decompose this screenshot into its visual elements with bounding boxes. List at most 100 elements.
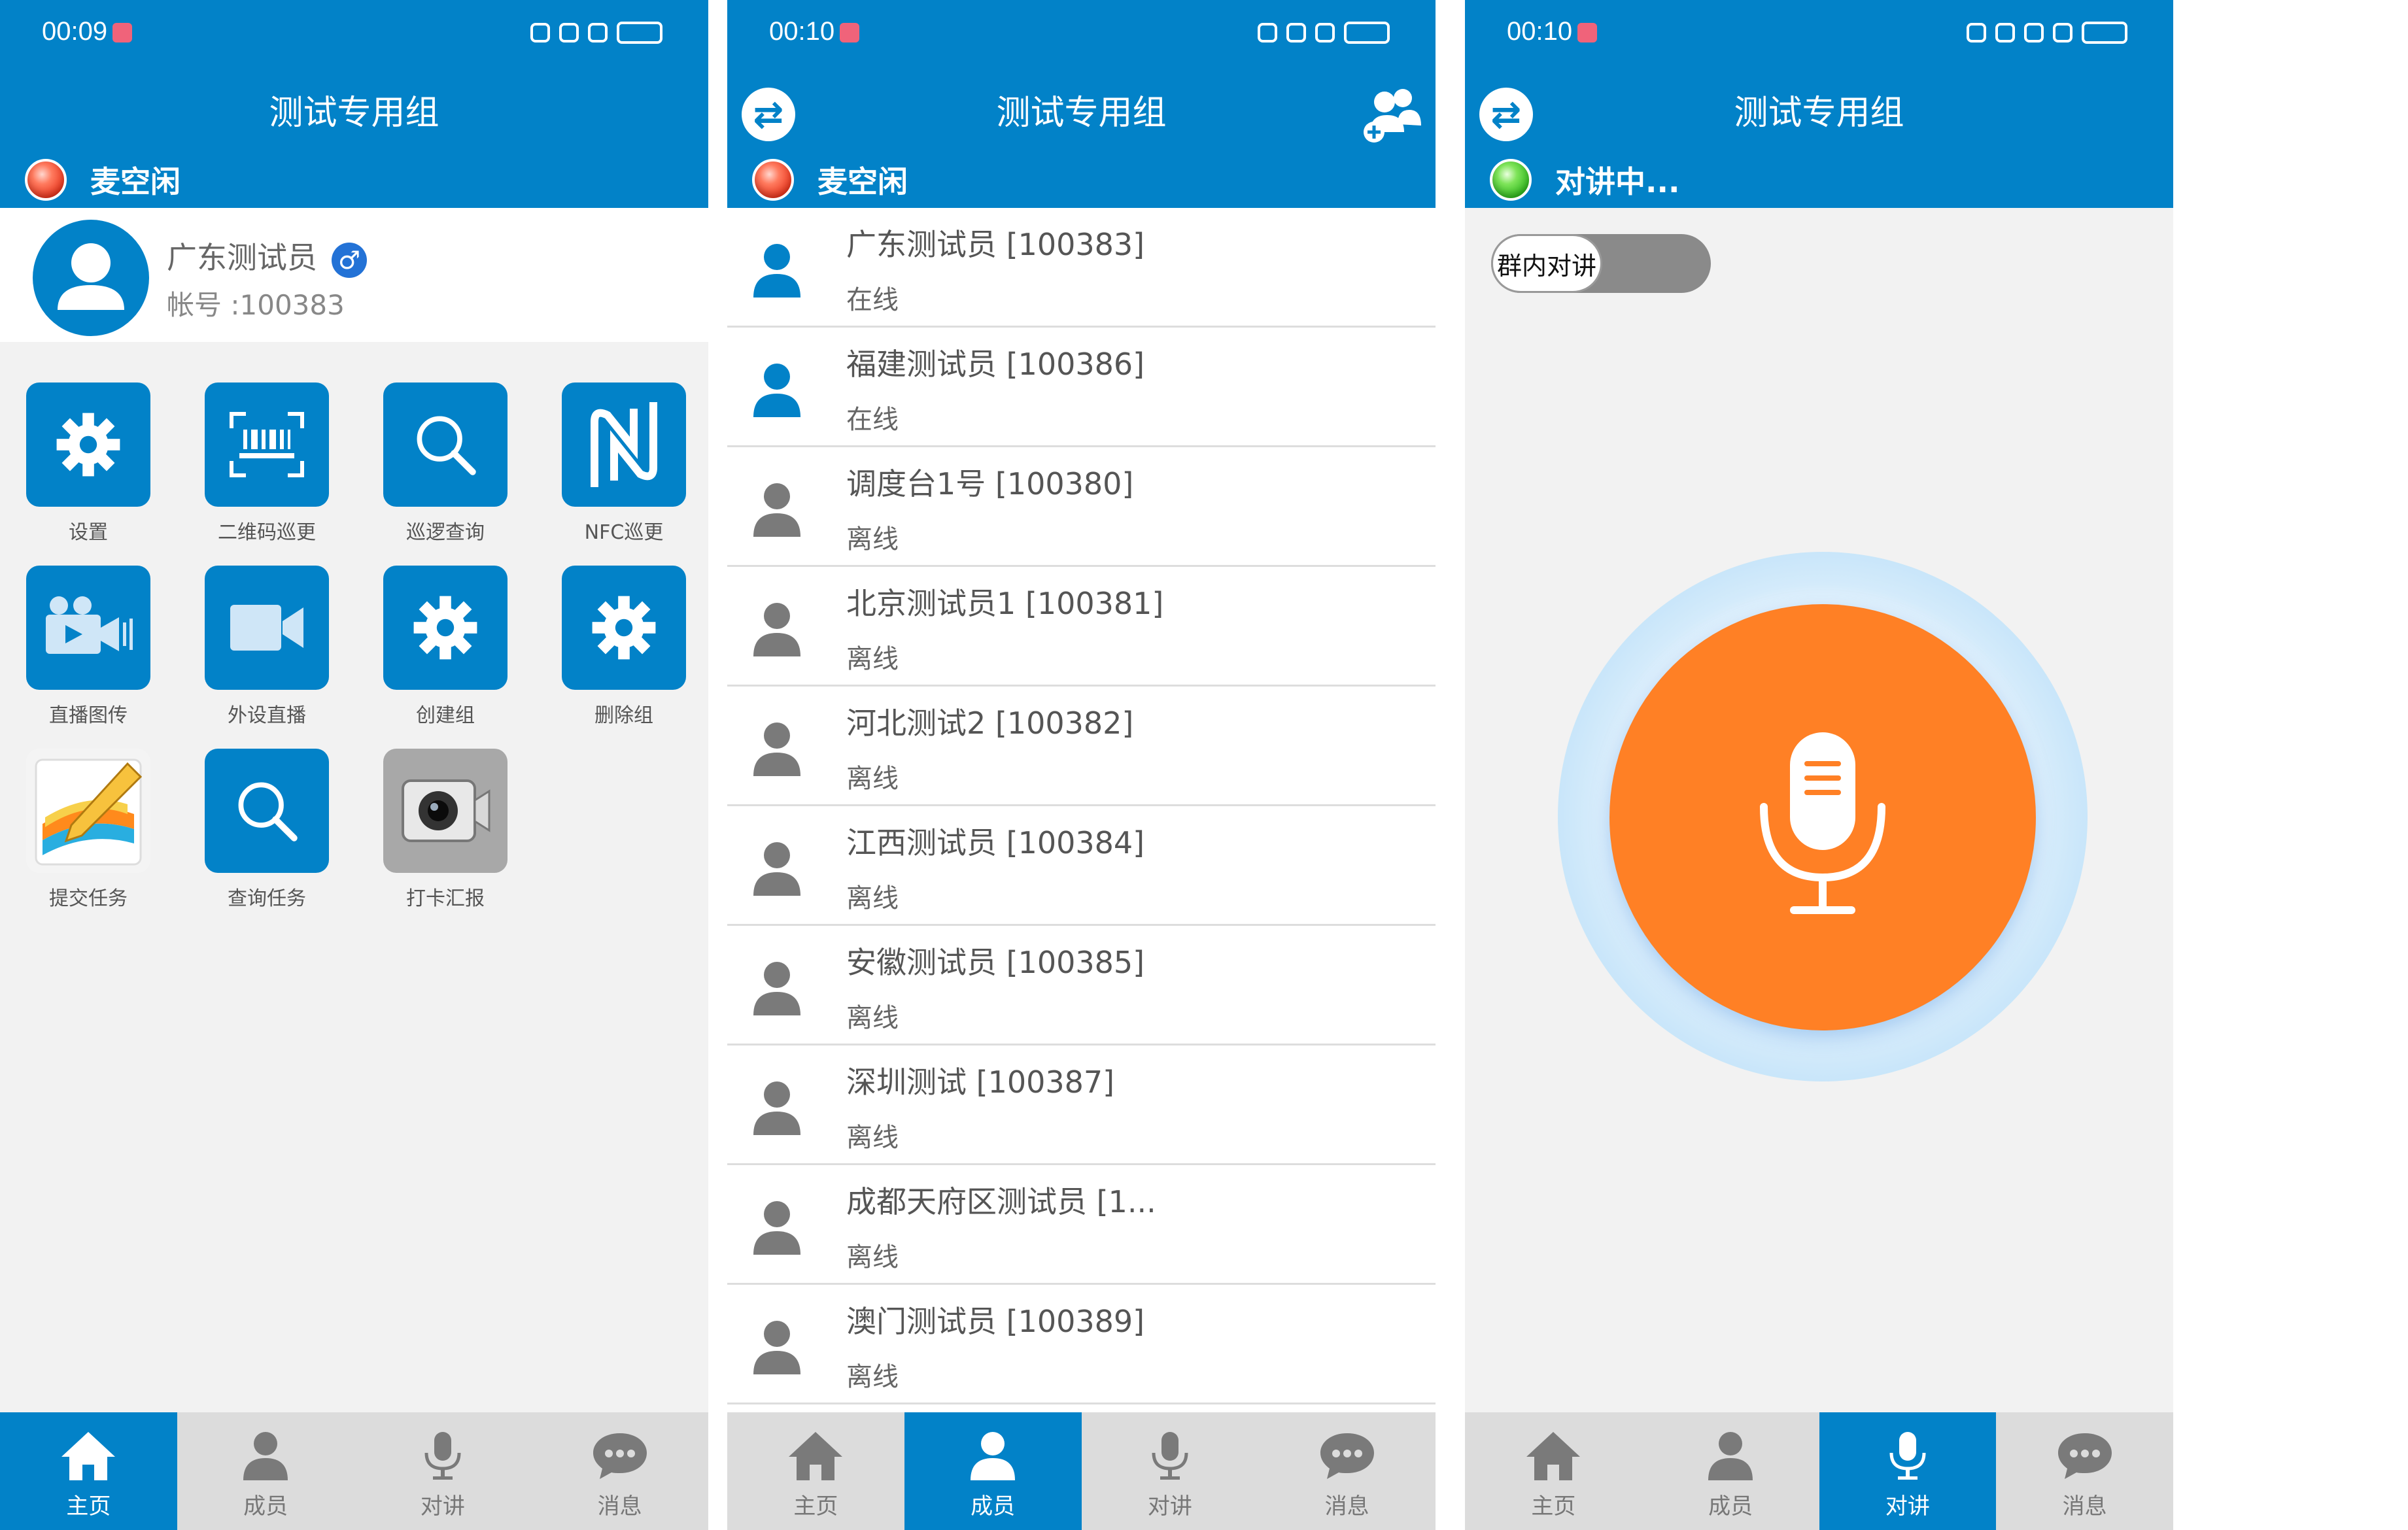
mic-status: 麦空闲 <box>752 157 908 203</box>
nav-home[interactable]: 主页 <box>0 1412 177 1530</box>
member-name: 福建测试员 [100386] <box>846 347 1145 382</box>
push-to-talk-button[interactable] <box>1609 604 2036 1030</box>
nav-label: 对讲 <box>1147 1493 1192 1520</box>
grid-item-live-broadcast[interactable]: 直播图传 <box>20 566 157 728</box>
nfc-status-icon <box>1967 23 1986 42</box>
member-status: 离线 <box>846 524 899 554</box>
person-icon <box>746 716 808 779</box>
member-row[interactable]: 澳门测试员 [100389] 离线 <box>727 1285 1436 1404</box>
grid-item-qr-patrol[interactable]: 二维码巡更 <box>198 382 335 545</box>
wifi-status-icon <box>588 23 608 42</box>
nav-home[interactable]: 主页 <box>727 1412 904 1530</box>
grid-item-submit-task[interactable]: 提交任务 <box>20 749 157 911</box>
member-row[interactable]: 安徽测试员 [100385] 离线 <box>727 926 1436 1046</box>
nfc-icon <box>562 382 686 507</box>
nav-label: 对讲 <box>420 1493 465 1520</box>
notification-badge-icon <box>112 23 133 43</box>
page-title: 测试专用组 <box>1734 94 1904 133</box>
bottom-nav: 主页 成员 对讲 消息 <box>1465 1412 2173 1530</box>
notification-badge-icon <box>1577 23 1598 43</box>
member-row[interactable]: 江西测试员 [100384] 离线 <box>727 806 1436 926</box>
nav-intercom[interactable]: 对讲 <box>354 1412 532 1530</box>
member-status: 在线 <box>846 285 899 315</box>
status-time: 00:10 <box>1507 17 1598 46</box>
nav-label: 消息 <box>1324 1493 1369 1520</box>
member-row[interactable]: 深圳测试 [100387] 离线 <box>727 1046 1436 1165</box>
member-name: 河北测试2 [100382] <box>846 706 1134 741</box>
member-row[interactable]: 成都天府区测试员 [1... 离线 <box>727 1165 1436 1285</box>
add-member-icon[interactable] <box>1360 85 1422 144</box>
nav-label: 消息 <box>597 1493 642 1520</box>
member-name: 澳门测试员 [100389] <box>846 1304 1145 1339</box>
battery-icon <box>1344 22 1390 44</box>
person-icon <box>746 836 808 898</box>
header: 00:10 ⇄ 测试专用组 对讲中... <box>1465 0 2173 208</box>
grid-item-external-live[interactable]: 外设直播 <box>198 566 335 728</box>
member-name: 调度台1号 [100380] <box>846 466 1134 502</box>
nav-label: 主页 <box>66 1493 111 1520</box>
mic-status: 对讲中... <box>1490 157 1679 203</box>
video-camera-icon <box>205 566 329 690</box>
nav-members[interactable]: 成员 <box>177 1412 354 1530</box>
wifi-status-icon <box>2053 23 2073 42</box>
member-status: 离线 <box>846 764 899 794</box>
grid-item-check-in-report[interactable]: 打卡汇报 <box>377 749 514 911</box>
nav-messages[interactable]: 消息 <box>1258 1412 1436 1530</box>
camera-icon <box>383 749 507 873</box>
grid-label: 删除组 <box>594 704 653 727</box>
wifi-status-icon <box>1315 23 1335 42</box>
person-icon <box>746 357 808 420</box>
page-title: 测试专用组 <box>996 94 1167 133</box>
member-name: 深圳测试 [100387] <box>846 1064 1115 1100</box>
grid-item-settings[interactable]: 设置 <box>20 382 157 545</box>
person-icon <box>1701 1429 1760 1482</box>
gear-icon <box>26 382 150 507</box>
grid-item-query-task[interactable]: 查询任务 <box>198 749 335 911</box>
notification-badge-icon <box>840 23 860 43</box>
member-status: 离线 <box>846 644 899 674</box>
toggle-label: 群内对讲 <box>1491 234 1602 293</box>
user-profile-card[interactable]: 广东测试员 ♂ 帐号 :100383 <box>0 208 708 342</box>
member-name: 广东测试员 [100383] <box>846 227 1145 262</box>
member-row[interactable]: 调度台1号 [100380] 离线 <box>727 447 1436 567</box>
group-intercom-toggle[interactable]: 群内对讲 <box>1491 234 1711 293</box>
status-time: 00:09 <box>42 17 133 46</box>
nav-label: 对讲 <box>1885 1493 1930 1520</box>
grid-item-nfc-patrol[interactable]: NFC巡更 <box>555 382 693 545</box>
male-gender-icon: ♂ <box>332 242 367 278</box>
members-screen: 00:10 ⇄ 测试专用组 麦空闲 广东测试员 [100383] 在线 福建测试员 … <box>727 0 1436 1530</box>
microphone-icon <box>1760 732 1885 914</box>
nav-intercom[interactable]: 对讲 <box>1082 1412 1259 1530</box>
grid-label: 外设直播 <box>228 704 306 727</box>
person-icon <box>746 955 808 1018</box>
mic-status-red-icon <box>752 159 794 201</box>
battery-icon <box>2082 22 2127 44</box>
person-icon <box>746 1314 808 1377</box>
nav-label: 成员 <box>243 1493 288 1520</box>
grid-item-delete-group[interactable]: 删除组 <box>555 566 693 728</box>
nav-intercom[interactable]: 对讲 <box>1819 1412 1997 1530</box>
nav-label: 成员 <box>1708 1493 1753 1520</box>
grid-label: 设置 <box>69 521 108 544</box>
member-row[interactable]: 北京测试员1 [100381] 离线 <box>727 567 1436 687</box>
person-icon <box>746 237 808 300</box>
microphone-icon <box>1878 1429 1937 1482</box>
member-row[interactable]: 河北测试2 [100382] 离线 <box>727 687 1436 806</box>
grid-item-create-group[interactable]: 创建组 <box>377 566 514 728</box>
search-icon <box>205 749 329 873</box>
person-icon <box>746 1195 808 1257</box>
header: 00:09 测试专用组 麦空闲 <box>0 0 708 208</box>
nav-messages[interactable]: 消息 <box>1996 1412 2173 1530</box>
member-status: 离线 <box>846 1123 899 1153</box>
battery-icon <box>617 22 662 44</box>
grid-label: 直播图传 <box>49 704 128 727</box>
nav-members[interactable]: 成员 <box>904 1412 1082 1530</box>
grid-item-patrol-query[interactable]: 巡逻查询 <box>377 382 514 545</box>
nav-messages[interactable]: 消息 <box>531 1412 708 1530</box>
nav-home[interactable]: 主页 <box>1465 1412 1642 1530</box>
member-row[interactable]: 广东测试员 [100383] 在线 <box>727 208 1436 328</box>
avatar <box>33 220 149 336</box>
member-row[interactable]: 福建测试员 [100386] 在线 <box>727 328 1436 447</box>
nav-members[interactable]: 成员 <box>1642 1412 1819 1530</box>
home-icon <box>1524 1429 1583 1482</box>
